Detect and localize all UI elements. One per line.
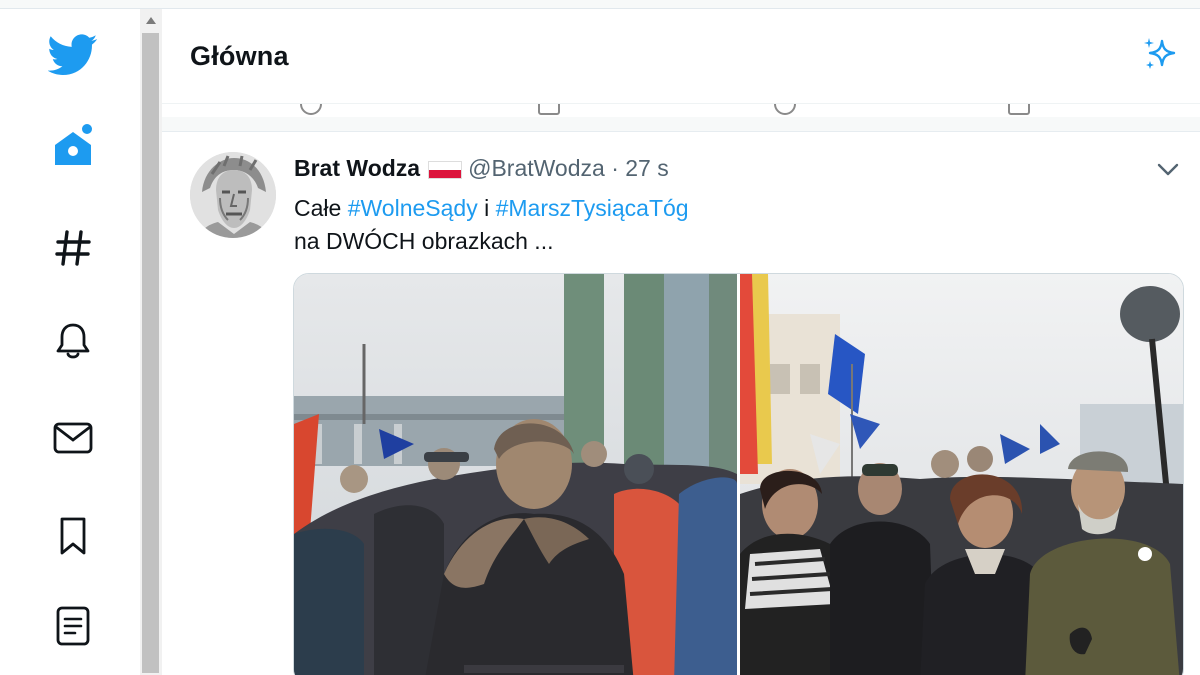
bookmarks-icon[interactable] <box>46 509 100 563</box>
share-icon[interactable] <box>1008 103 1030 115</box>
author-name[interactable]: Brat Wodza <box>294 155 420 181</box>
poland-flag-icon <box>428 160 463 179</box>
tweet-photo[interactable] <box>740 274 1183 675</box>
tweet-media[interactable] <box>293 273 1184 675</box>
explore-hashtag-icon[interactable] <box>46 221 100 275</box>
scroll-thumb[interactable] <box>142 33 159 673</box>
reply-icon[interactable] <box>300 103 322 115</box>
separator-dot: · <box>611 155 619 181</box>
sparkle-icon[interactable] <box>1140 35 1180 75</box>
tweet-timestamp[interactable]: 27 s <box>625 155 668 181</box>
twitter-logo-icon[interactable] <box>46 28 100 82</box>
home-icon[interactable] <box>46 119 100 173</box>
lists-icon[interactable] <box>46 599 100 653</box>
main-timeline: Główna Brat Wodza @BratWodza · 27 s Całe… <box>162 9 1200 675</box>
messages-envelope-icon[interactable] <box>46 411 100 465</box>
tweet-text-line-2: na DWÓCH obrazkach ... <box>294 228 554 254</box>
tweet-text-line-1: Całe #WolneSądy i #MarszTysiącaTóg <box>294 192 689 225</box>
text-segment: i <box>477 195 496 221</box>
retweet-icon[interactable] <box>538 103 560 115</box>
timeline-header: Główna <box>162 9 1200 104</box>
tweet-photo[interactable] <box>294 274 737 675</box>
previous-tweet-actions <box>162 103 1200 118</box>
chevron-down-icon[interactable] <box>1154 156 1182 184</box>
page-scrollbar[interactable] <box>140 9 162 675</box>
window-top-border <box>0 0 1200 9</box>
author-handle[interactable]: @BratWodza <box>468 155 605 181</box>
hashtag-link[interactable]: #WolneSądy <box>348 195 478 221</box>
like-icon[interactable] <box>774 103 796 115</box>
text-segment: Całe <box>294 195 348 221</box>
left-navigation <box>0 9 140 675</box>
tweet-text: Całe #WolneSądy i #MarszTysiącaTóg na DW… <box>294 192 689 258</box>
scroll-up-arrow-icon[interactable] <box>140 9 162 31</box>
tweet-header: Brat Wodza @BratWodza · 27 s <box>294 155 669 182</box>
notifications-bell-icon[interactable] <box>46 314 100 368</box>
page-title: Główna <box>190 41 289 71</box>
hashtag-link[interactable]: #MarszTysiącaTóg <box>496 195 689 221</box>
avatar[interactable] <box>190 152 276 238</box>
tweet[interactable]: Brat Wodza @BratWodza · 27 s Całe #WolneS… <box>162 132 1200 675</box>
tweet-divider <box>162 117 1200 132</box>
